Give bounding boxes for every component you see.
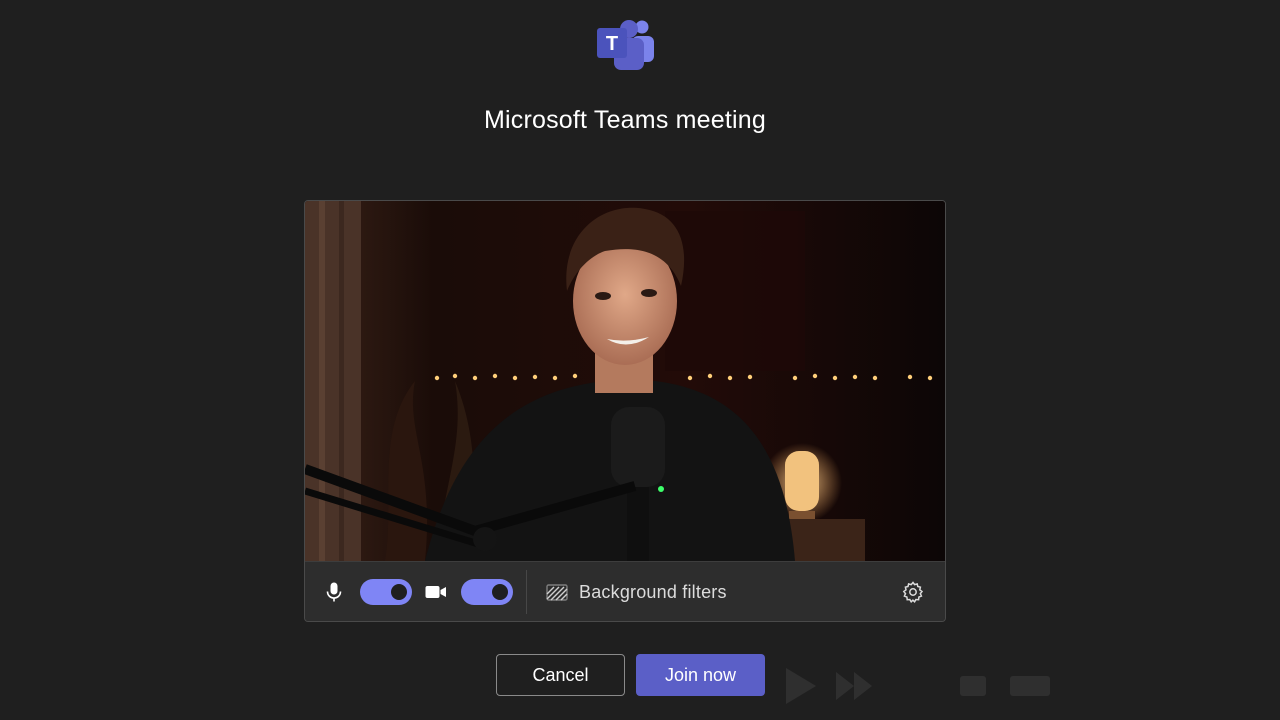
faint-player-overlay xyxy=(786,668,1050,704)
background-filters-button[interactable]: Background filters xyxy=(545,576,727,608)
background-filters-icon xyxy=(546,584,568,601)
microphone-icon[interactable] xyxy=(322,580,346,604)
page-title: Microsoft Teams meeting xyxy=(483,106,767,134)
camera-preview xyxy=(305,201,945,561)
meeting-prejoin-screen: T Microsoft Teams meeting Background fil… xyxy=(0,0,1280,720)
logo-letter: T xyxy=(606,33,618,55)
gear-icon[interactable] xyxy=(901,580,925,604)
device-controls-bar: Background filters xyxy=(305,561,945,621)
microphone-toggle[interactable] xyxy=(360,579,412,605)
microsoft-teams-logo: T xyxy=(597,20,654,70)
self-view-camera-feed xyxy=(305,201,945,561)
toggle-knob xyxy=(492,584,508,600)
toggle-knob xyxy=(391,584,407,600)
controls-divider xyxy=(526,570,527,614)
join-now-button[interactable]: Join now xyxy=(636,654,765,696)
camera-toggle[interactable] xyxy=(461,579,513,605)
cancel-button[interactable]: Cancel xyxy=(496,654,625,696)
device-preview-card: Background filters xyxy=(304,200,946,622)
video-camera-icon[interactable] xyxy=(424,580,448,604)
background-filters-label: Background filters xyxy=(579,581,727,602)
